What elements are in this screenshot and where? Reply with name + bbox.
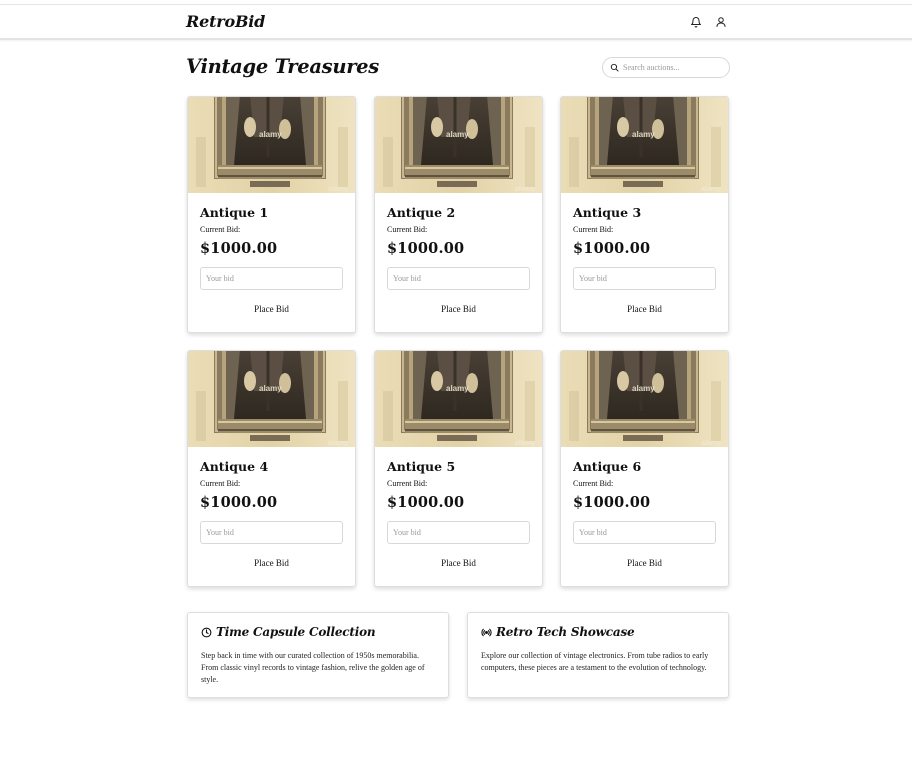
item-name: Antique 4	[200, 459, 269, 474]
place-bid-button[interactable]: Place Bid	[573, 553, 716, 573]
bid-input[interactable]	[573, 521, 716, 544]
place-bid-button[interactable]: Place Bid	[200, 299, 343, 319]
item-name: Antique 2	[387, 205, 456, 220]
auction-card: Antique 2 Current Bid: $1000.00 Place Bi…	[374, 96, 543, 333]
brand-logo[interactable]: RetroBid	[186, 12, 265, 31]
feature-description: Step back in time with our curated colle…	[201, 651, 425, 684]
bid-input[interactable]	[573, 267, 716, 290]
search-input[interactable]	[623, 60, 725, 75]
antique-image	[188, 97, 355, 193]
current-bid-label: Current Bid:	[387, 479, 428, 488]
feature-description: Explore our collection of vintage electr…	[481, 651, 709, 672]
current-bid-label: Current Bid:	[573, 479, 614, 488]
feature-card-time-capsule: Time Capsule Collection Step back in tim…	[187, 612, 449, 698]
place-bid-button[interactable]: Place Bid	[200, 553, 343, 573]
item-name: Antique 5	[387, 459, 456, 474]
feature-title: Time Capsule Collection	[216, 625, 376, 639]
place-bid-button[interactable]: Place Bid	[573, 299, 716, 319]
current-bid-amount: $1000.00	[200, 240, 278, 257]
bid-input[interactable]	[200, 521, 343, 544]
bell-icon[interactable]	[690, 16, 702, 28]
item-name: Antique 1	[200, 205, 269, 220]
page-title: Vintage Treasures	[186, 55, 379, 78]
auction-card: Antique 4 Current Bid: $1000.00 Place Bi…	[187, 350, 356, 587]
place-bid-button[interactable]: Place Bid	[387, 299, 530, 319]
antique-image	[561, 351, 728, 447]
feature-card-retro-tech: Retro Tech Showcase Explore our collecti…	[467, 612, 729, 698]
auction-card: Antique 1 Current Bid: $1000.00 Place Bi…	[187, 96, 356, 333]
item-name: Antique 6	[573, 459, 642, 474]
auction-card: Antique 6 Current Bid: $1000.00 Place Bi…	[560, 350, 729, 587]
search-icon	[610, 63, 619, 72]
bid-input[interactable]	[200, 267, 343, 290]
auction-card: Antique 5 Current Bid: $1000.00 Place Bi…	[374, 350, 543, 587]
bid-input[interactable]	[387, 267, 530, 290]
feature-heading: Retro Tech Showcase	[481, 625, 635, 639]
current-bid-amount: $1000.00	[200, 494, 278, 511]
item-name: Antique 3	[573, 205, 642, 220]
current-bid-label: Current Bid:	[573, 225, 614, 234]
feature-title: Retro Tech Showcase	[496, 625, 635, 639]
broadcast-icon	[481, 628, 492, 636]
bid-input[interactable]	[387, 521, 530, 544]
current-bid-label: Current Bid:	[200, 225, 241, 234]
feature-heading: Time Capsule Collection	[201, 625, 376, 639]
clock-icon	[201, 627, 212, 637]
current-bid-amount: $1000.00	[387, 494, 465, 511]
current-bid-amount: $1000.00	[573, 494, 651, 511]
navbar: RetroBid	[0, 5, 912, 40]
antique-image	[561, 97, 728, 193]
auction-card: Antique 3 Current Bid: $1000.00 Place Bi…	[560, 96, 729, 333]
current-bid-label: Current Bid:	[200, 479, 241, 488]
user-icon[interactable]	[715, 16, 727, 28]
current-bid-amount: $1000.00	[387, 240, 465, 257]
search-box[interactable]	[602, 57, 730, 78]
current-bid-amount: $1000.00	[573, 240, 651, 257]
current-bid-label: Current Bid:	[387, 225, 428, 234]
antique-image	[375, 351, 542, 447]
place-bid-button[interactable]: Place Bid	[387, 553, 530, 573]
antique-image	[375, 97, 542, 193]
antique-image	[188, 351, 355, 447]
